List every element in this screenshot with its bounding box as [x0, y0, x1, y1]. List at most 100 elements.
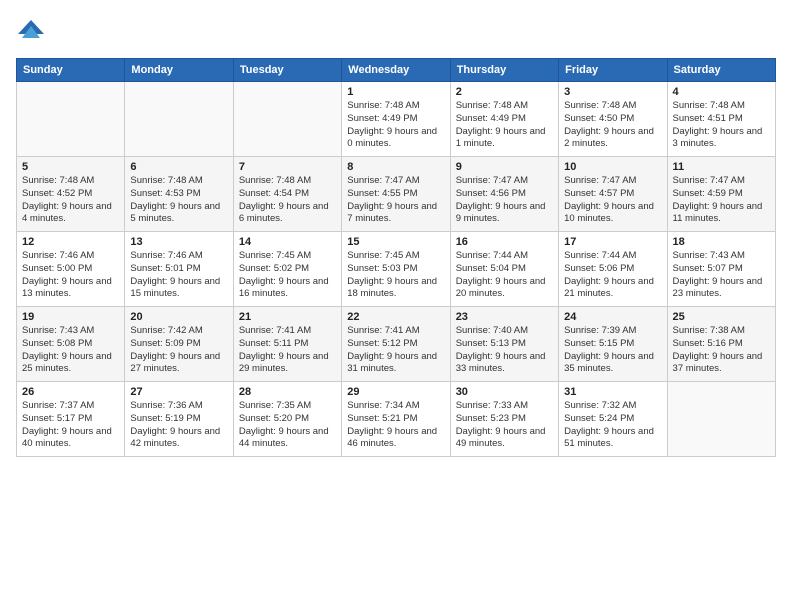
day-info: Sunrise: 7:39 AMSunset: 5:15 PMDaylight:… [564, 325, 661, 376]
calendar-cell: 24 Sunrise: 7:39 AMSunset: 5:15 PMDaylig… [559, 307, 667, 382]
calendar-cell: 21 Sunrise: 7:41 AMSunset: 5:11 PMDaylig… [233, 307, 341, 382]
day-info: Sunrise: 7:48 AMSunset: 4:54 PMDaylight:… [239, 175, 336, 226]
calendar-cell: 4 Sunrise: 7:48 AMSunset: 4:51 PMDayligh… [667, 82, 775, 157]
header [16, 16, 776, 46]
day-info: Sunrise: 7:46 AMSunset: 5:00 PMDaylight:… [22, 250, 119, 301]
calendar-cell: 6 Sunrise: 7:48 AMSunset: 4:53 PMDayligh… [125, 157, 233, 232]
logo-icon [16, 16, 46, 46]
day-number: 2 [456, 86, 553, 98]
weekday-header: Wednesday [342, 59, 450, 82]
day-number: 27 [130, 386, 227, 398]
weekday-header: Thursday [450, 59, 558, 82]
calendar-cell: 8 Sunrise: 7:47 AMSunset: 4:55 PMDayligh… [342, 157, 450, 232]
day-info: Sunrise: 7:44 AMSunset: 5:04 PMDaylight:… [456, 250, 553, 301]
day-info: Sunrise: 7:47 AMSunset: 4:57 PMDaylight:… [564, 175, 661, 226]
day-number: 1 [347, 86, 444, 98]
day-info: Sunrise: 7:41 AMSunset: 5:11 PMDaylight:… [239, 325, 336, 376]
day-number: 17 [564, 236, 661, 248]
day-number: 26 [22, 386, 119, 398]
calendar-cell: 20 Sunrise: 7:42 AMSunset: 5:09 PMDaylig… [125, 307, 233, 382]
calendar-cell [17, 82, 125, 157]
calendar-cell: 27 Sunrise: 7:36 AMSunset: 5:19 PMDaylig… [125, 382, 233, 457]
day-number: 29 [347, 386, 444, 398]
calendar-week-row: 19 Sunrise: 7:43 AMSunset: 5:08 PMDaylig… [17, 307, 776, 382]
day-number: 25 [673, 311, 770, 323]
calendar-cell: 23 Sunrise: 7:40 AMSunset: 5:13 PMDaylig… [450, 307, 558, 382]
day-number: 12 [22, 236, 119, 248]
day-number: 20 [130, 311, 227, 323]
calendar-cell: 9 Sunrise: 7:47 AMSunset: 4:56 PMDayligh… [450, 157, 558, 232]
day-info: Sunrise: 7:45 AMSunset: 5:03 PMDaylight:… [347, 250, 444, 301]
calendar-table: SundayMondayTuesdayWednesdayThursdayFrid… [16, 58, 776, 457]
day-info: Sunrise: 7:48 AMSunset: 4:49 PMDaylight:… [456, 100, 553, 151]
day-info: Sunrise: 7:45 AMSunset: 5:02 PMDaylight:… [239, 250, 336, 301]
calendar-header: SundayMondayTuesdayWednesdayThursdayFrid… [17, 59, 776, 82]
calendar-cell: 19 Sunrise: 7:43 AMSunset: 5:08 PMDaylig… [17, 307, 125, 382]
day-info: Sunrise: 7:47 AMSunset: 4:59 PMDaylight:… [673, 175, 770, 226]
day-number: 16 [456, 236, 553, 248]
weekday-header: Saturday [667, 59, 775, 82]
calendar-cell [233, 82, 341, 157]
calendar-cell [667, 382, 775, 457]
weekday-header: Monday [125, 59, 233, 82]
day-info: Sunrise: 7:48 AMSunset: 4:53 PMDaylight:… [130, 175, 227, 226]
day-number: 5 [22, 161, 119, 173]
calendar-cell: 3 Sunrise: 7:48 AMSunset: 4:50 PMDayligh… [559, 82, 667, 157]
calendar-cell: 30 Sunrise: 7:33 AMSunset: 5:23 PMDaylig… [450, 382, 558, 457]
day-info: Sunrise: 7:38 AMSunset: 5:16 PMDaylight:… [673, 325, 770, 376]
day-number: 21 [239, 311, 336, 323]
day-info: Sunrise: 7:48 AMSunset: 4:52 PMDaylight:… [22, 175, 119, 226]
day-number: 7 [239, 161, 336, 173]
calendar-cell: 31 Sunrise: 7:32 AMSunset: 5:24 PMDaylig… [559, 382, 667, 457]
calendar-cell: 29 Sunrise: 7:34 AMSunset: 5:21 PMDaylig… [342, 382, 450, 457]
calendar-cell: 10 Sunrise: 7:47 AMSunset: 4:57 PMDaylig… [559, 157, 667, 232]
day-number: 9 [456, 161, 553, 173]
calendar-cell: 26 Sunrise: 7:37 AMSunset: 5:17 PMDaylig… [17, 382, 125, 457]
day-info: Sunrise: 7:46 AMSunset: 5:01 PMDaylight:… [130, 250, 227, 301]
calendar-cell: 13 Sunrise: 7:46 AMSunset: 5:01 PMDaylig… [125, 232, 233, 307]
calendar-cell: 7 Sunrise: 7:48 AMSunset: 4:54 PMDayligh… [233, 157, 341, 232]
calendar-cell: 17 Sunrise: 7:44 AMSunset: 5:06 PMDaylig… [559, 232, 667, 307]
day-number: 23 [456, 311, 553, 323]
day-number: 11 [673, 161, 770, 173]
day-number: 10 [564, 161, 661, 173]
day-number: 18 [673, 236, 770, 248]
day-number: 13 [130, 236, 227, 248]
calendar-cell: 1 Sunrise: 7:48 AMSunset: 4:49 PMDayligh… [342, 82, 450, 157]
calendar-cell: 14 Sunrise: 7:45 AMSunset: 5:02 PMDaylig… [233, 232, 341, 307]
calendar-cell: 16 Sunrise: 7:44 AMSunset: 5:04 PMDaylig… [450, 232, 558, 307]
day-info: Sunrise: 7:36 AMSunset: 5:19 PMDaylight:… [130, 400, 227, 451]
calendar-week-row: 1 Sunrise: 7:48 AMSunset: 4:49 PMDayligh… [17, 82, 776, 157]
logo [16, 16, 50, 46]
day-info: Sunrise: 7:47 AMSunset: 4:56 PMDaylight:… [456, 175, 553, 226]
day-info: Sunrise: 7:42 AMSunset: 5:09 PMDaylight:… [130, 325, 227, 376]
calendar-cell: 18 Sunrise: 7:43 AMSunset: 5:07 PMDaylig… [667, 232, 775, 307]
day-info: Sunrise: 7:40 AMSunset: 5:13 PMDaylight:… [456, 325, 553, 376]
day-info: Sunrise: 7:47 AMSunset: 4:55 PMDaylight:… [347, 175, 444, 226]
calendar-cell [125, 82, 233, 157]
day-number: 22 [347, 311, 444, 323]
calendar-cell: 12 Sunrise: 7:46 AMSunset: 5:00 PMDaylig… [17, 232, 125, 307]
day-number: 19 [22, 311, 119, 323]
day-number: 28 [239, 386, 336, 398]
calendar-cell: 28 Sunrise: 7:35 AMSunset: 5:20 PMDaylig… [233, 382, 341, 457]
calendar-cell: 15 Sunrise: 7:45 AMSunset: 5:03 PMDaylig… [342, 232, 450, 307]
day-number: 3 [564, 86, 661, 98]
day-info: Sunrise: 7:32 AMSunset: 5:24 PMDaylight:… [564, 400, 661, 451]
calendar-week-row: 12 Sunrise: 7:46 AMSunset: 5:00 PMDaylig… [17, 232, 776, 307]
calendar-cell: 25 Sunrise: 7:38 AMSunset: 5:16 PMDaylig… [667, 307, 775, 382]
day-number: 30 [456, 386, 553, 398]
calendar-cell: 22 Sunrise: 7:41 AMSunset: 5:12 PMDaylig… [342, 307, 450, 382]
day-info: Sunrise: 7:34 AMSunset: 5:21 PMDaylight:… [347, 400, 444, 451]
calendar-cell: 5 Sunrise: 7:48 AMSunset: 4:52 PMDayligh… [17, 157, 125, 232]
day-info: Sunrise: 7:48 AMSunset: 4:50 PMDaylight:… [564, 100, 661, 151]
weekday-header: Sunday [17, 59, 125, 82]
day-number: 8 [347, 161, 444, 173]
calendar-week-row: 26 Sunrise: 7:37 AMSunset: 5:17 PMDaylig… [17, 382, 776, 457]
day-info: Sunrise: 7:33 AMSunset: 5:23 PMDaylight:… [456, 400, 553, 451]
day-number: 14 [239, 236, 336, 248]
day-number: 31 [564, 386, 661, 398]
day-number: 24 [564, 311, 661, 323]
day-info: Sunrise: 7:37 AMSunset: 5:17 PMDaylight:… [22, 400, 119, 451]
header-row: SundayMondayTuesdayWednesdayThursdayFrid… [17, 59, 776, 82]
